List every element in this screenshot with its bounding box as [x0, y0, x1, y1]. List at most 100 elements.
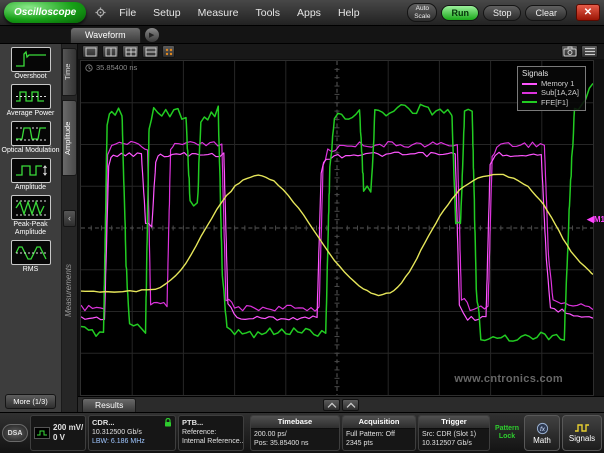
close-window-button[interactable]: ✕	[576, 4, 600, 21]
main-region: Overshoot Average Power Optical Modulati…	[0, 44, 604, 412]
math-label: Math	[533, 436, 551, 445]
channel-scale: 200 mV/	[53, 423, 83, 433]
ptb-title: PTB...	[182, 418, 240, 428]
waveform-display[interactable]: 35.85400 ns Signals Memory 1 Sub[1A,2A]	[80, 60, 594, 396]
status-bar: DSA 200 mV/ 0 V CDR... 10.312500 Gb/s LB…	[0, 412, 604, 453]
menu-file[interactable]: File	[111, 3, 144, 23]
average-power-label: Average Power	[7, 110, 55, 118]
menu-tools[interactable]: Tools	[247, 3, 288, 23]
measurement-optical-modulation[interactable]: Optical Modulation	[2, 121, 60, 155]
lock-icon	[164, 418, 172, 427]
legend-row-sub1a2a: Sub[1A,2A]	[522, 88, 579, 97]
waveform-panel: 35.85400 ns Signals Memory 1 Sub[1A,2A]	[78, 44, 604, 412]
stop-button[interactable]: Stop	[483, 5, 522, 21]
menu-apps[interactable]: Apps	[289, 3, 329, 23]
math-icon: fx	[536, 422, 549, 435]
layout-single-button[interactable]	[82, 45, 99, 58]
tab-waveform[interactable]: Waveform	[70, 27, 141, 43]
run-button[interactable]: Run	[441, 5, 479, 21]
optical-modulation-icon	[11, 121, 51, 146]
dsa-badge[interactable]: DSA	[2, 424, 28, 442]
tab-time[interactable]: Time	[62, 48, 77, 96]
menu-bar: Oscilloscope File Setup Measure Tools Ap…	[0, 0, 604, 26]
plot-toolbar	[78, 44, 604, 59]
amplitude-label: Amplitude	[15, 184, 46, 192]
overshoot-icon	[11, 47, 51, 72]
memory1-label: Memory 1	[541, 79, 574, 88]
tab-play-icon[interactable]: ▶	[145, 28, 159, 42]
marker-m1-label: M1	[594, 215, 604, 224]
measurement-sidebar: Overshoot Average Power Optical Modulati…	[0, 44, 62, 412]
more-measurements-button[interactable]: More (1/3)	[5, 394, 56, 409]
menu-help[interactable]: Help	[330, 3, 368, 23]
ffef1-label: FFE[F1]	[541, 98, 568, 107]
peak-peak-amplitude-label: Peak-Peak Amplitude	[2, 221, 60, 237]
trigger-title: Trigger	[419, 416, 489, 429]
ptb-panel[interactable]: PTB... Reference: Internal Reference...	[178, 415, 244, 451]
ffef1-color-swatch	[522, 101, 537, 103]
auto-scale-button[interactable]: Auto Scale	[407, 3, 437, 22]
timebase-position: Pos: 35.85400 ns	[254, 439, 336, 448]
clear-button[interactable]: Clear	[525, 5, 567, 21]
timebase-scale: 200.00 ps/	[254, 430, 336, 439]
measurements-panel-label: Measurements	[64, 264, 73, 317]
tab-results[interactable]: Results	[82, 398, 136, 412]
auto-scale-line2: Scale	[414, 13, 430, 20]
acquisition-panel[interactable]: Acquisition Full Pattern: Off 2345 pts	[342, 415, 416, 451]
rms-label: RMS	[23, 266, 39, 274]
ptb-reference-label: Reference:	[182, 428, 240, 437]
sidebar-collapse-button[interactable]: ‹	[63, 210, 76, 227]
svg-text:fx: fx	[539, 425, 545, 432]
ptb-reference-value: Internal Reference...	[182, 437, 240, 446]
pattern-lock-status: Pattern Lock	[492, 425, 522, 441]
cdr-rate: 10.312500 Gb/s	[92, 428, 172, 437]
channel-offset: 0 V	[53, 433, 83, 443]
measurement-rms[interactable]: RMS	[2, 240, 60, 274]
trigger-panel[interactable]: Trigger Src: CDR (Slot 1) 10.312507 Gb/s	[418, 415, 490, 451]
layout-split-button[interactable]	[102, 45, 119, 58]
legend-row-ffef1: FFE[F1]	[522, 98, 579, 107]
sidebar-category-tabs: Time Amplitude ‹ Measurements	[62, 44, 78, 412]
results-bar: Results	[78, 396, 604, 412]
expand-results-full-button[interactable]	[342, 399, 359, 411]
trigger-source: Src: CDR (Slot 1)	[422, 430, 486, 439]
tab-amplitude[interactable]: Amplitude	[62, 100, 77, 176]
layout-quad-button[interactable]	[122, 45, 139, 58]
screenshot-camera-button[interactable]	[561, 45, 578, 58]
channel-panel[interactable]: 200 mV/ 0 V	[30, 415, 86, 451]
math-button[interactable]: fx Math	[524, 415, 560, 451]
channel-trace-icon	[34, 427, 50, 439]
clock-icon	[85, 64, 93, 72]
memory1-color-swatch	[522, 83, 537, 85]
measurement-overshoot[interactable]: Overshoot	[2, 47, 60, 81]
measurement-average-power[interactable]: Average Power	[2, 84, 60, 118]
color-grade-dots-button[interactable]	[162, 45, 175, 58]
oscilloscope-logo: Oscilloscope	[4, 2, 86, 23]
signals-icon	[574, 423, 590, 433]
acquisition-pattern: Full Pattern: Off	[346, 430, 412, 439]
menu-setup[interactable]: Setup	[145, 3, 188, 23]
settings-gear-icon[interactable]	[95, 7, 106, 18]
peak-peak-amplitude-icon	[11, 195, 51, 220]
cdr-panel[interactable]: CDR... 10.312500 Gb/s LBW: 6.186 MHz	[88, 415, 176, 451]
timebase-panel[interactable]: Timebase 200.00 ps/ Pos: 35.85400 ns	[250, 415, 340, 451]
expand-results-button[interactable]	[323, 399, 340, 411]
layout-stacked-button[interactable]	[142, 45, 159, 58]
menu-measure[interactable]: Measure	[190, 3, 247, 23]
document-tab-bar: Waveform ▶	[0, 26, 604, 44]
timestamp-value: 35.85400 ns	[96, 63, 137, 72]
timebase-title: Timebase	[251, 416, 339, 429]
plot-wrapper: 35.85400 ns Signals Memory 1 Sub[1A,2A]	[80, 60, 594, 396]
marker-m1[interactable]: ◀ M1	[587, 215, 604, 224]
signals-label: Signals	[569, 434, 595, 443]
sub1a2a-label: Sub[1A,2A]	[541, 88, 579, 97]
signals-button[interactable]: Signals	[562, 415, 602, 451]
plot-menu-hamburger-button[interactable]	[581, 45, 598, 58]
watermark-text: www.cntronics.com	[454, 373, 563, 385]
measurement-peak-peak-amplitude[interactable]: Peak-Peak Amplitude	[2, 195, 60, 237]
auto-scale-line1: Auto	[416, 5, 429, 12]
cdr-loop-bandwidth: LBW: 6.186 MHz	[92, 437, 172, 446]
amplitude-icon	[11, 158, 51, 183]
measurement-amplitude[interactable]: Amplitude	[2, 158, 60, 192]
sub1a2a-color-swatch	[522, 92, 537, 94]
